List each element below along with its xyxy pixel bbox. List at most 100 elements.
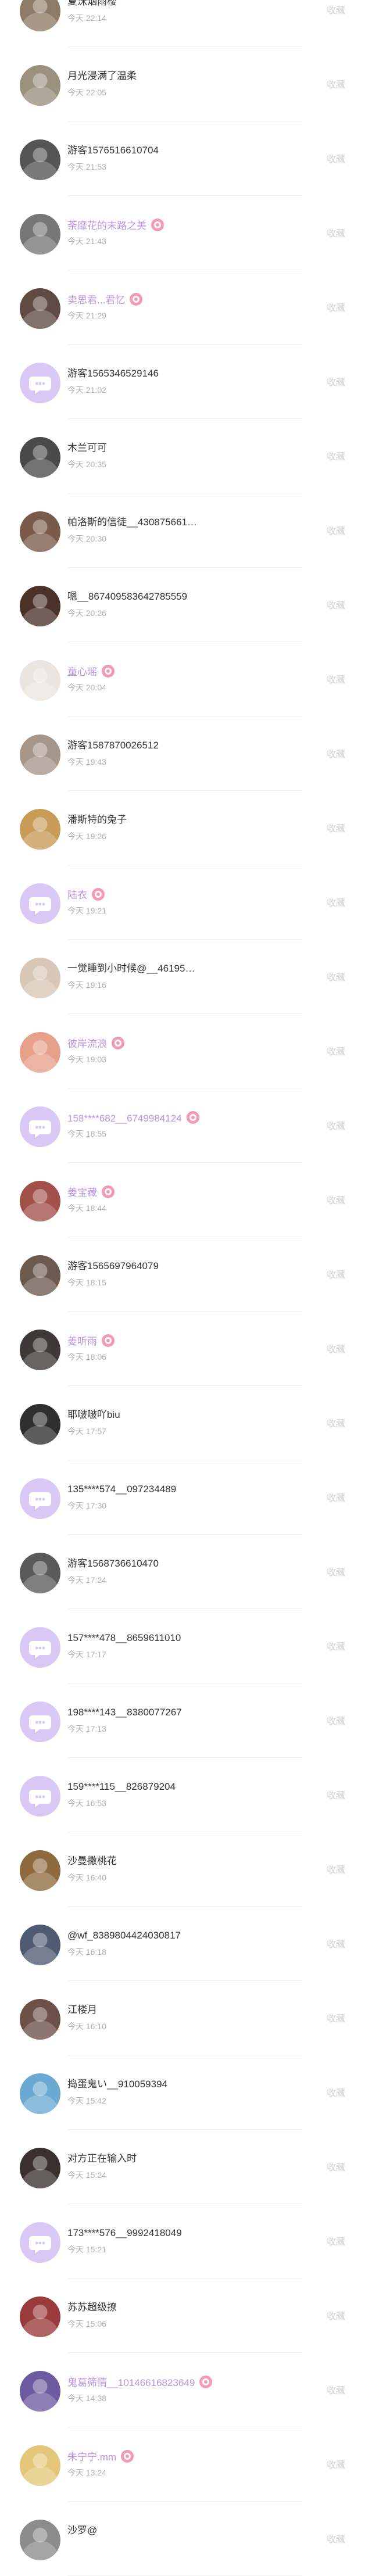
- visitor-row[interactable]: 姜听雨 今天 18:06 收藏: [0, 1312, 372, 1386]
- chat-bubble-icon[interactable]: [20, 2222, 60, 2263]
- avatar[interactable]: [20, 2073, 60, 2114]
- visitor-row[interactable]: 姜宝藏 今天 18:44 收藏: [0, 1163, 372, 1237]
- visitor-row[interactable]: 卖思君...君忆 今天 21:29 收藏: [0, 270, 372, 345]
- visitor-row[interactable]: 朱宁宁.mm 今天 13:24 收藏: [0, 2427, 372, 2502]
- visitor-row[interactable]: 159****115__826879204 今天 16:53 收藏: [0, 1758, 372, 1832]
- favorite-button[interactable]: 收藏: [327, 675, 345, 686]
- favorite-button[interactable]: 收藏: [327, 452, 345, 463]
- favorite-button[interactable]: 收藏: [327, 1344, 345, 1356]
- visitor-row[interactable]: 游客1568736610470 今天 17:24 收藏: [0, 1535, 372, 1609]
- chat-bubble-icon[interactable]: [20, 1478, 60, 1519]
- favorite-button[interactable]: 收藏: [327, 2311, 345, 2323]
- favorite-button[interactable]: 收藏: [327, 1642, 345, 1653]
- favorite-button[interactable]: 收藏: [327, 80, 345, 91]
- favorite-button[interactable]: 收藏: [327, 2534, 345, 2546]
- favorite-button[interactable]: 收藏: [327, 228, 345, 240]
- chat-bubble-icon[interactable]: [20, 883, 60, 924]
- favorite-button[interactable]: 收藏: [327, 1418, 345, 1430]
- favorite-button[interactable]: 收藏: [327, 1567, 345, 1579]
- visitor-row[interactable]: 陆衣 今天 19:21 收藏: [0, 865, 372, 940]
- avatar[interactable]: [20, 1925, 60, 1965]
- visitor-row[interactable]: 游客1565697964079 今天 18:15 收藏: [0, 1237, 372, 1312]
- visitor-row[interactable]: 木兰可可 今天 20:35 收藏: [0, 419, 372, 493]
- avatar[interactable]: [20, 2371, 60, 2412]
- avatar[interactable]: [20, 958, 60, 998]
- visitor-row[interactable]: 198****143__8380077267 今天 17:13 收藏: [0, 1683, 372, 1758]
- avatar[interactable]: [20, 437, 60, 478]
- visitor-row[interactable]: 彼岸流浪 今天 19:03 收藏: [0, 1014, 372, 1088]
- favorite-button[interactable]: 收藏: [327, 2237, 345, 2248]
- favorite-button[interactable]: 收藏: [327, 377, 345, 389]
- visitor-row[interactable]: 135****574__097234489 今天 17:30 收藏: [0, 1460, 372, 1535]
- favorite-button[interactable]: 收藏: [327, 5, 345, 17]
- avatar[interactable]: [20, 2296, 60, 2337]
- favorite-button[interactable]: 收藏: [327, 2013, 345, 2025]
- avatar[interactable]: [20, 139, 60, 180]
- avatar[interactable]: [20, 2148, 60, 2188]
- favorite-button[interactable]: 收藏: [327, 1493, 345, 1504]
- avatar[interactable]: [20, 1181, 60, 1221]
- visitor-row[interactable]: 嗯__8674095836427855​59 今天 20:26 收藏: [0, 568, 372, 642]
- visitor-row[interactable]: 对方正在输入时 今天 15:24 收藏: [0, 2130, 372, 2204]
- visitor-row[interactable]: 一觉睡到小时候@__46195… 今天 19:16 收藏: [0, 940, 372, 1014]
- avatar[interactable]: [20, 0, 60, 31]
- favorite-button[interactable]: 收藏: [327, 1047, 345, 1058]
- favorite-button[interactable]: 收藏: [327, 2088, 345, 2100]
- visitor-row[interactable]: 耶啵啵吖biu 今天 17:57 收藏: [0, 1386, 372, 1460]
- visitor-row[interactable]: @wf_8389804424030817 今天 16:18 收藏: [0, 1907, 372, 1981]
- favorite-button[interactable]: 收藏: [327, 1939, 345, 1951]
- favorite-button[interactable]: 收藏: [327, 600, 345, 612]
- favorite-button[interactable]: 收藏: [327, 303, 345, 314]
- visitor-row[interactable]: 游客1565346529146 今天 21:02 收藏: [0, 345, 372, 419]
- avatar[interactable]: [20, 214, 60, 255]
- avatar[interactable]: [20, 1255, 60, 1296]
- visitor-row[interactable]: 荼靡花的末路之美 今天 21:43 收藏: [0, 196, 372, 270]
- avatar[interactable]: [20, 2520, 60, 2560]
- avatar[interactable]: [20, 735, 60, 775]
- visitor-row[interactable]: 江楼月 今天 16:10 收藏: [0, 1981, 372, 2055]
- favorite-button[interactable]: 收藏: [327, 749, 345, 761]
- favorite-button[interactable]: 收藏: [327, 1195, 345, 1207]
- avatar[interactable]: [20, 2445, 60, 2486]
- favorite-button[interactable]: 收藏: [327, 1865, 345, 1876]
- visitor-row[interactable]: 158****682__6749984124 今天 18:55 收藏: [0, 1088, 372, 1163]
- visitor-row[interactable]: 沙曼撒桃花 今天 16:40 收藏: [0, 1832, 372, 1907]
- avatar[interactable]: [20, 1553, 60, 1593]
- avatar[interactable]: [20, 1850, 60, 1891]
- avatar[interactable]: [20, 65, 60, 106]
- chat-bubble-icon[interactable]: [20, 1701, 60, 1742]
- avatar[interactable]: [20, 288, 60, 329]
- visitor-row[interactable]: 帕洛斯的信徒__430875661… 今天 20:30 收藏: [0, 493, 372, 568]
- avatar[interactable]: [20, 1032, 60, 1073]
- chat-bubble-icon[interactable]: [20, 363, 60, 403]
- favorite-button[interactable]: 收藏: [327, 2385, 345, 2397]
- avatar[interactable]: [20, 1999, 60, 2040]
- visitor-row[interactable]: 鬼葛筛情__101466168​23649 今天 14:38 收藏: [0, 2353, 372, 2427]
- visitor-row[interactable]: 苏苏超级撩 今天 15:06 收藏: [0, 2278, 372, 2353]
- chat-bubble-icon[interactable]: [20, 1106, 60, 1147]
- favorite-button[interactable]: 收藏: [327, 1270, 345, 1281]
- avatar[interactable]: [20, 1404, 60, 1445]
- visitor-row[interactable]: 游客1587870026512 今天 19:43 收藏: [0, 716, 372, 791]
- chat-bubble-icon[interactable]: [20, 1776, 60, 1817]
- visitor-row[interactable]: 捣蛋鬼い__910059394 今天 15:42 收藏: [0, 2055, 372, 2130]
- avatar[interactable]: [20, 511, 60, 552]
- favorite-button[interactable]: 收藏: [327, 1716, 345, 1728]
- favorite-button[interactable]: 收藏: [327, 823, 345, 835]
- avatar[interactable]: [20, 1330, 60, 1370]
- favorite-button[interactable]: 收藏: [327, 526, 345, 538]
- favorite-button[interactable]: 收藏: [327, 2460, 345, 2471]
- visitor-row[interactable]: 173****576__9992418049 今天 15:21 收藏: [0, 2204, 372, 2278]
- chat-bubble-icon[interactable]: [20, 1627, 60, 1668]
- favorite-button[interactable]: 收藏: [327, 898, 345, 909]
- visitor-row[interactable]: 游客1576516610704 今天 21:53 收藏: [0, 121, 372, 196]
- avatar[interactable]: [20, 809, 60, 850]
- visitor-row[interactable]: 沙罗@ 收藏: [0, 2502, 372, 2576]
- favorite-button[interactable]: 收藏: [327, 154, 345, 166]
- visitor-row[interactable]: 夏沫烟雨楼 今天 22:14 收藏: [0, 0, 372, 47]
- favorite-button[interactable]: 收藏: [327, 1790, 345, 1802]
- visitor-row[interactable]: 157****478__8659611010 今天 17:17 收藏: [0, 1609, 372, 1683]
- visitor-row[interactable]: 月光浸满了温柔 今天 22:05 收藏: [0, 47, 372, 121]
- avatar[interactable]: [20, 586, 60, 626]
- favorite-button[interactable]: 收藏: [327, 1121, 345, 1133]
